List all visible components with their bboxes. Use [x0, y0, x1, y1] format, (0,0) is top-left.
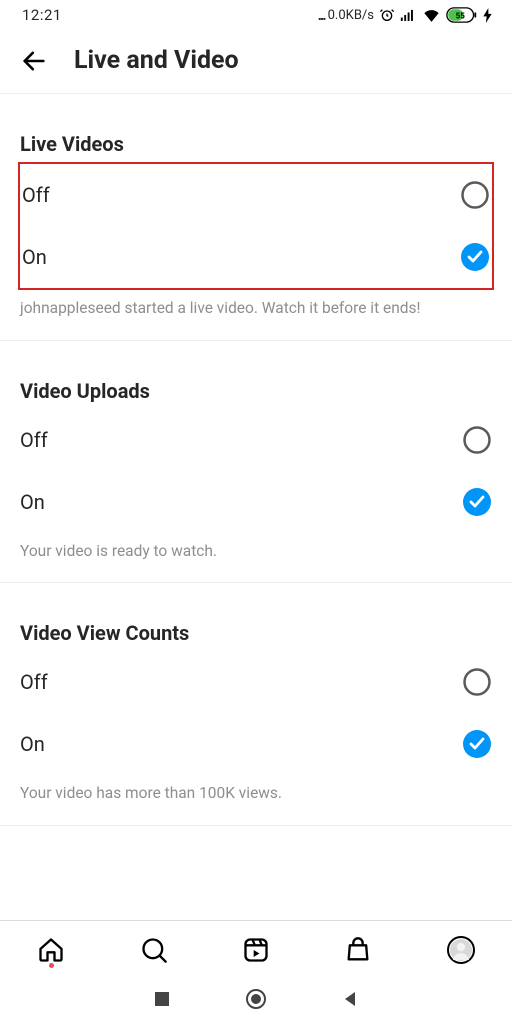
- battery-icon: 55: [446, 7, 478, 23]
- signal-icon: [400, 8, 417, 22]
- section-title-video-uploads: Video Uploads: [20, 379, 492, 403]
- option-label: Off: [20, 428, 48, 452]
- option-label: On: [22, 245, 47, 269]
- section-video-view-counts: Video View Counts Off On Your video has …: [0, 621, 512, 826]
- option-video-uploads-off[interactable]: Off: [20, 409, 492, 471]
- tab-search[interactable]: [102, 936, 204, 964]
- tab-bar: [0, 920, 512, 978]
- option-label: On: [20, 490, 45, 514]
- notification-dot-icon: [49, 963, 54, 968]
- option-live-videos-off[interactable]: Off: [22, 164, 490, 226]
- status-right: ... 0.0KB/s 55: [318, 6, 492, 24]
- section-title-live-videos: Live Videos: [20, 132, 492, 156]
- option-video-view-counts-on[interactable]: On: [20, 713, 492, 775]
- radio-unchecked-icon: [460, 180, 490, 210]
- helper-text: johnappleseed started a live video. Watc…: [20, 298, 492, 320]
- option-video-uploads-on[interactable]: On: [20, 471, 492, 533]
- highlight-box: Off On: [18, 162, 494, 290]
- page-title: Live and Video: [74, 46, 239, 75]
- nav-recents-icon[interactable]: [153, 990, 171, 1012]
- wifi-icon: [422, 8, 441, 23]
- system-nav-bar: [0, 978, 512, 1024]
- helper-text: Your video is ready to watch.: [20, 541, 492, 563]
- status-time: 12:21: [22, 6, 62, 24]
- radio-checked-icon: [462, 487, 492, 517]
- battery-pct: 55: [456, 12, 466, 21]
- section-live-videos: Live Videos Off On johnappleseed started…: [0, 132, 512, 341]
- section-video-uploads: Video Uploads Off On Your video is ready…: [0, 379, 512, 584]
- app-header: Live and Video: [0, 30, 512, 94]
- alarm-icon: [379, 7, 395, 23]
- option-label: Off: [22, 183, 50, 207]
- screen: 12:21 ... 0.0KB/s 55 Live and Vid: [0, 0, 512, 1024]
- section-title-video-view-counts: Video View Counts: [20, 621, 492, 645]
- content: Live Videos Off On johnappleseed started…: [0, 94, 512, 920]
- radio-checked-icon: [460, 242, 490, 272]
- nav-back-icon[interactable]: [341, 990, 359, 1012]
- tab-home[interactable]: [0, 936, 102, 964]
- status-netspeed: 0.0KB/s: [328, 8, 374, 23]
- option-label: On: [20, 732, 45, 756]
- option-label: Off: [20, 670, 48, 694]
- back-icon[interactable]: [20, 47, 48, 75]
- option-live-videos-on[interactable]: On: [22, 226, 490, 288]
- tab-shop[interactable]: [307, 936, 409, 964]
- option-video-view-counts-off[interactable]: Off: [20, 651, 492, 713]
- charging-icon: [483, 8, 492, 23]
- radio-checked-icon: [462, 729, 492, 759]
- status-bar: 12:21 ... 0.0KB/s 55: [0, 0, 512, 30]
- tab-reels[interactable]: [205, 936, 307, 964]
- radio-unchecked-icon: [462, 425, 492, 455]
- tab-profile[interactable]: [410, 936, 512, 964]
- nav-home-icon[interactable]: [245, 988, 267, 1014]
- status-dots: ...: [318, 6, 325, 24]
- helper-text: Your video has more than 100K views.: [20, 783, 492, 805]
- radio-unchecked-icon: [462, 667, 492, 697]
